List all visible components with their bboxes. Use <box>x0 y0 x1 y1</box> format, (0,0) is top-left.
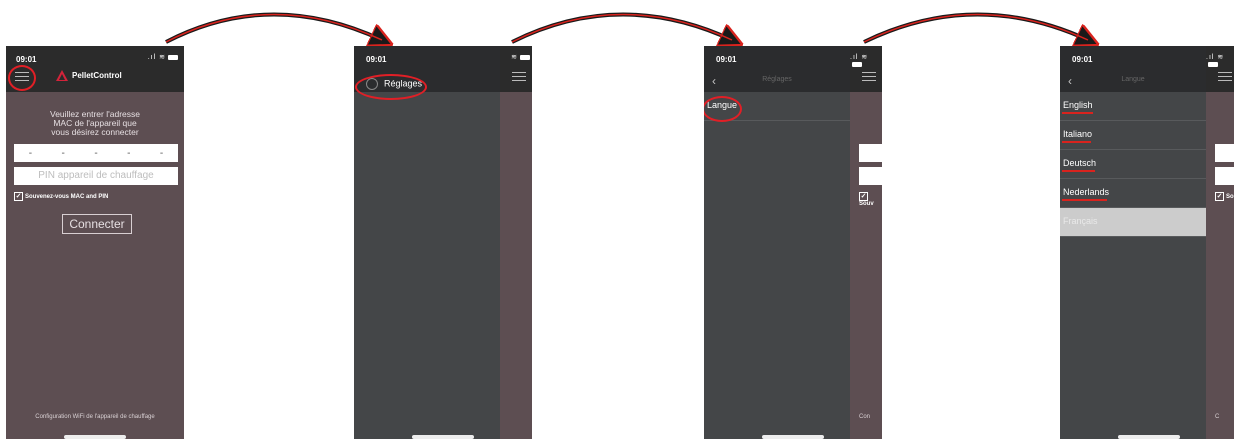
mac-prompt-text: Veuillez entrer l'adresse MAC de l'appar… <box>50 109 140 137</box>
drawer-status-bar: 09:01 ‹ Langue <box>1060 46 1206 92</box>
home-indicator <box>762 435 824 439</box>
underline-annotation <box>1062 141 1091 143</box>
mac-address-input[interactable]: - - - - - <box>14 144 178 162</box>
drawer-status-bar: 09:01 ‹ Réglages <box>704 46 850 92</box>
pelletcontrol-logo-icon <box>56 70 68 81</box>
status-time: 09:01 <box>16 55 37 64</box>
language-item-english[interactable]: English <box>1060 92 1206 121</box>
dimmed-main-screen[interactable]: ≋ <box>500 46 532 439</box>
checkmark-icon: ✓ <box>1215 192 1224 201</box>
footer-partial: Con <box>859 414 871 420</box>
hamburger-menu-icon <box>1218 72 1232 82</box>
mac-input-partial <box>859 144 882 162</box>
mac-input-partial <box>1215 144 1234 162</box>
flow-arrows <box>165 12 1234 60</box>
language-item-nederlands[interactable]: Nederlands <box>1060 179 1206 208</box>
checkmark-icon: ✓ <box>859 192 868 201</box>
underline-annotation <box>1062 170 1095 172</box>
language-item-francais[interactable]: Français <box>1060 208 1206 237</box>
signal-wifi-battery-icons: .ıl ≋ <box>850 53 880 68</box>
language-item-italiano[interactable]: Italiano <box>1060 121 1206 150</box>
language-list: English Italiano Deutsch Nederlands Fran… <box>1060 92 1206 237</box>
screen-menu: 09:01 Réglages ≋ <box>354 46 532 439</box>
remember-checkbox-partial: ✓Souv <box>859 192 874 207</box>
pin-input-partial <box>1215 167 1234 185</box>
side-drawer: 09:01 Réglages <box>354 46 500 439</box>
connect-button[interactable]: Connecter <box>62 214 132 234</box>
remember-checkbox[interactable]: ✓ Souvenez-vous MAC and PIN <box>14 192 108 201</box>
status-time: 09:01 <box>1072 55 1093 64</box>
pin-input-partial <box>859 167 882 185</box>
remember-checkbox-partial: ✓ So <box>1215 192 1234 201</box>
screen-settings: 09:01 ‹ Réglages Langue .ıl ≋ ✓Souv Con <box>704 46 882 439</box>
remember-label: Souvenez-vous MAC and PIN <box>25 194 109 201</box>
status-time: 09:01 <box>716 55 737 64</box>
language-item-deutsch[interactable]: Deutsch <box>1060 150 1206 179</box>
wifi-battery-icons: ≋ <box>511 53 530 61</box>
screen-connect: 09:01 .ıl ≋ PelletControl Veuillez entre… <box>6 46 184 439</box>
underline-annotation <box>1062 199 1107 201</box>
settings-title: Réglages <box>762 76 792 83</box>
home-indicator <box>1118 435 1180 439</box>
highlight-circle-menu <box>8 65 36 91</box>
pin-input[interactable]: PIN appareil de chauffage <box>14 167 178 185</box>
dimmed-main-screen[interactable]: .ıl ≋ ✓Souv Con <box>850 46 882 439</box>
hamburger-menu-icon <box>512 72 526 82</box>
status-time: 09:01 <box>366 55 387 64</box>
app-title: PelletControl <box>72 71 122 80</box>
dimmed-main-screen[interactable]: .ıl ≋ ✓ So C <box>1206 46 1234 439</box>
highlight-circle-reglages <box>355 74 427 100</box>
signal-wifi-battery-icons: .ıl ≋ <box>148 53 178 61</box>
checkmark-icon: ✓ <box>14 192 23 201</box>
home-indicator <box>412 435 474 439</box>
screen-language: 09:01 ‹ Langue English Italiano Deutsch … <box>1060 46 1234 439</box>
signal-wifi-battery-icons: .ıl ≋ <box>1206 53 1234 68</box>
footer-partial: C <box>1215 414 1220 420</box>
language-drawer: 09:01 ‹ Langue English Italiano Deutsch … <box>1060 46 1206 439</box>
home-indicator <box>64 435 126 439</box>
wifi-config-link[interactable]: Configuration WiFi de l'appareil de chau… <box>6 414 184 420</box>
hamburger-menu-icon <box>862 72 876 82</box>
underline-annotation <box>1062 112 1093 114</box>
language-title: Langue <box>1121 76 1145 83</box>
